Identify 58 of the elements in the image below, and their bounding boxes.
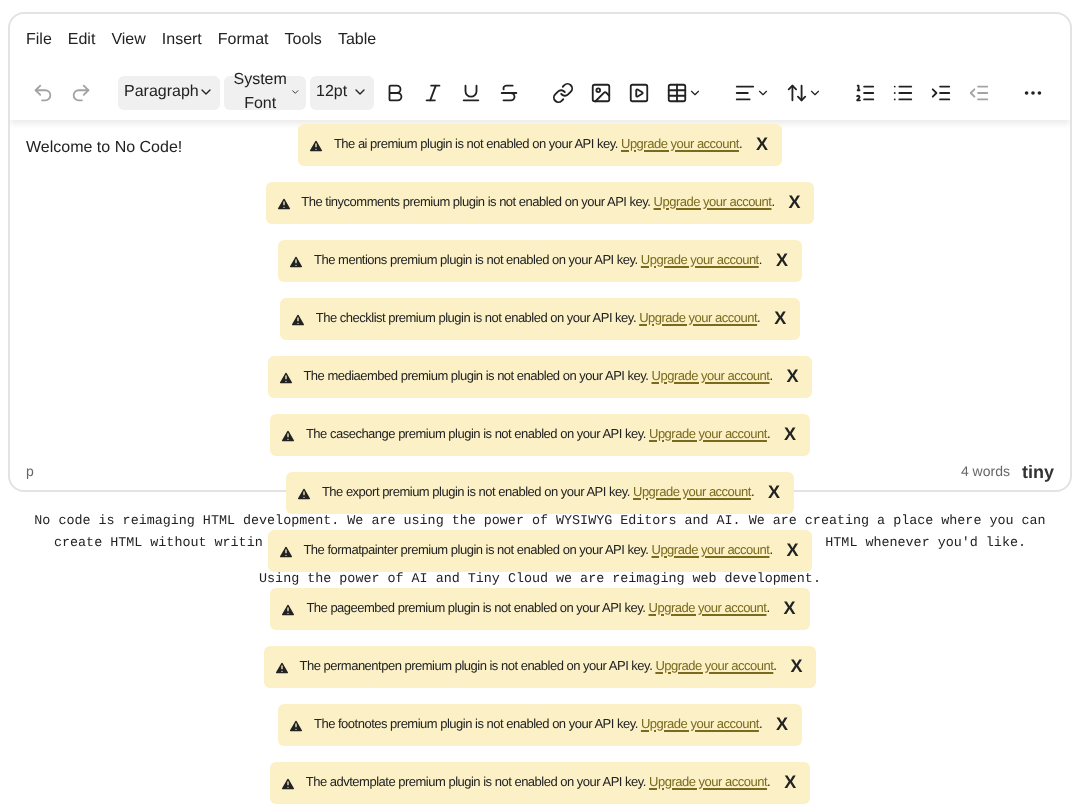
strikethrough-icon xyxy=(498,81,520,103)
warning-icon xyxy=(280,601,297,617)
menu-item[interactable]: Format xyxy=(217,27,269,51)
outdent-icon xyxy=(968,81,990,103)
menu-item[interactable]: Edit xyxy=(67,27,96,51)
chevron-icon xyxy=(352,84,368,100)
tiny-logo[interactable]: tiny xyxy=(1021,460,1054,488)
warning-icon xyxy=(307,137,324,153)
dropdown-select[interactable]: Paragraph xyxy=(118,75,221,109)
menu-item[interactable]: Table xyxy=(337,27,377,51)
close-button[interactable]: X xyxy=(782,363,803,391)
close-button[interactable]: X xyxy=(780,421,801,449)
image-icon xyxy=(590,81,612,103)
chevron-icon xyxy=(688,85,702,99)
warning-icon xyxy=(273,659,290,675)
redo-icon xyxy=(70,81,92,103)
menu-item[interactable]: Tools xyxy=(284,27,322,51)
menu-item[interactable]: File xyxy=(26,27,52,51)
undo-icon xyxy=(32,81,54,103)
close-button[interactable]: X xyxy=(764,479,785,507)
underline-icon xyxy=(460,81,482,103)
menu-item[interactable]: View xyxy=(111,27,146,51)
chevron-icon xyxy=(198,84,215,100)
chevron-icon xyxy=(808,85,822,99)
close-button[interactable]: X xyxy=(784,189,805,217)
bullet-list-icon xyxy=(892,81,914,103)
numbered-list-icon xyxy=(854,81,876,103)
warning-icon xyxy=(277,369,294,385)
warning-icon xyxy=(295,485,312,501)
indent-icon xyxy=(930,81,952,103)
close-button[interactable]: X xyxy=(780,769,801,797)
menu-item[interactable]: Insert xyxy=(161,27,202,51)
warning-icon xyxy=(279,427,296,443)
close-button[interactable]: X xyxy=(782,537,803,565)
warning-icon xyxy=(275,195,292,211)
close-button[interactable]: X xyxy=(786,653,807,681)
close-button[interactable]: X xyxy=(771,247,792,275)
table-icon xyxy=(666,81,688,103)
bold-icon xyxy=(384,81,406,103)
media-icon xyxy=(628,81,650,103)
editor-text: Welcome to No Code! xyxy=(26,136,183,160)
warning-icon xyxy=(279,775,296,791)
align-left-icon xyxy=(734,81,756,103)
warning-icon xyxy=(287,717,304,733)
close-button[interactable]: X xyxy=(772,711,793,739)
chevron-icon xyxy=(756,85,770,99)
warning-icon xyxy=(277,543,294,559)
close-button[interactable]: X xyxy=(779,595,800,623)
warning-icon xyxy=(288,253,305,269)
italic-icon xyxy=(422,81,444,103)
dropdown-select[interactable]: 12pt xyxy=(310,75,374,109)
line-height-icon xyxy=(786,81,808,103)
warning-icon xyxy=(289,311,306,327)
link-icon xyxy=(552,81,574,103)
close-button[interactable]: X xyxy=(752,131,773,159)
close-button[interactable]: X xyxy=(770,305,791,333)
chevron-icon xyxy=(289,84,301,100)
dropdown-select[interactable]: System Font xyxy=(224,75,307,109)
